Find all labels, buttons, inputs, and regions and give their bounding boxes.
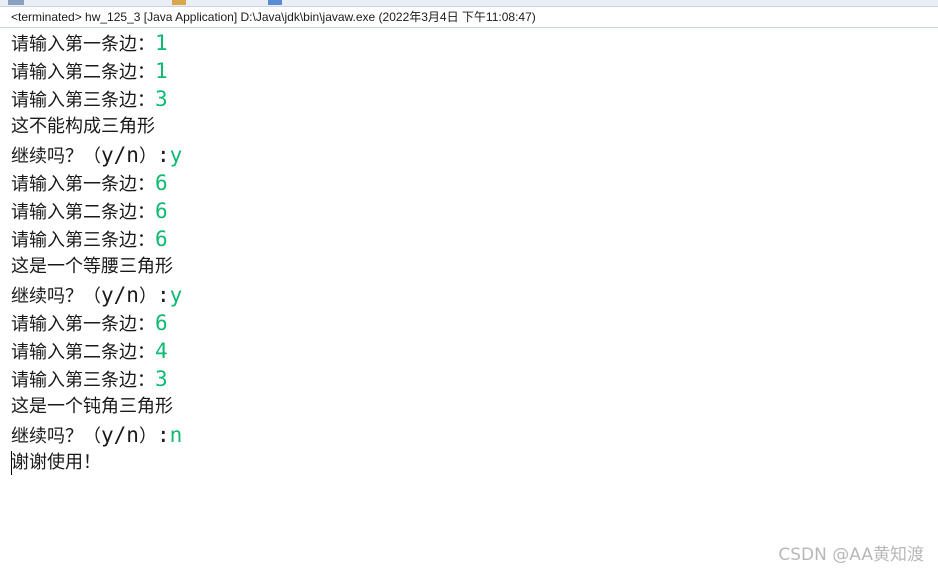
console-line: 这不能构成三角形 — [11, 113, 155, 141]
prompt-text: 请输入第三条边： — [11, 230, 155, 251]
tab-icon[interactable] — [172, 0, 186, 5]
console-tab-icon[interactable] — [268, 0, 282, 5]
user-input-text: 3 — [155, 87, 168, 111]
prompt-colon: : — [156, 423, 170, 447]
console-line: 继续吗？（y/n）:y — [11, 141, 182, 169]
prompt-text: 请输入第一条边： — [11, 314, 155, 335]
watermark: CSDN @AA黄知渡 — [778, 545, 924, 565]
user-input-text: 6 — [155, 227, 168, 251]
prompt-options: y/n — [101, 423, 139, 447]
prompt-colon: : — [156, 283, 170, 307]
console-status-bar: <terminated> hw_125_3 [Java Application]… — [0, 7, 938, 28]
process-status: <terminated> hw_125_3 [Java Application]… — [11, 10, 536, 24]
console-line: 继续吗？（y/n）:y — [11, 281, 182, 309]
console-line: 这是一个钝角三角形 — [11, 393, 173, 421]
prompt-text: 请输入第二条边： — [11, 202, 155, 223]
prompt-text: ） — [138, 286, 157, 307]
console-line: 请输入第二条边：1 — [11, 57, 168, 85]
prompt-text: 请输入第一条边： — [11, 34, 155, 55]
prompt-text: ） — [138, 146, 157, 167]
console-line: 请输入第一条边：6 — [11, 169, 168, 197]
user-input-text: 6 — [155, 199, 168, 223]
console-line: 请输入第三条边：3 — [11, 365, 168, 393]
console-line: 请输入第二条边：4 — [11, 337, 168, 365]
console-line: 这是一个等腰三角形 — [11, 253, 173, 281]
output-text: 谢谢使用！ — [11, 452, 101, 473]
prompt-options: y/n — [101, 143, 139, 167]
console-line: 请输入第一条边：1 — [11, 29, 168, 57]
user-input-text: 4 — [155, 339, 168, 363]
prompt-text: 请输入第三条边： — [11, 370, 155, 391]
user-input-text: 1 — [155, 59, 168, 83]
user-input-text: n — [169, 423, 183, 447]
prompt-options: y/n — [101, 283, 139, 307]
prompt-text: 请输入第二条边： — [11, 342, 155, 363]
console-output[interactable]: 请输入第一条边：1 请输入第二条边：1 请输入第三条边：3 这不能构成三角形 继… — [0, 29, 938, 575]
console-line: 请输入第三条边：6 — [11, 225, 168, 253]
prompt-text: 请输入第三条边： — [11, 90, 155, 111]
user-input-text: y — [169, 283, 183, 307]
prompt-colon: : — [156, 143, 170, 167]
output-text: 这是一个等腰三角形 — [11, 256, 173, 277]
prompt-text: ） — [138, 426, 157, 447]
user-input-text: 1 — [155, 31, 168, 55]
console-line: 继续吗？（y/n）:n — [11, 421, 182, 449]
prompt-text: 继续吗？（ — [11, 286, 101, 307]
console-line: 请输入第二条边：6 — [11, 197, 168, 225]
tab-icon[interactable] — [8, 0, 24, 5]
output-text: 这是一个钝角三角形 — [11, 396, 173, 417]
prompt-text: 继续吗？（ — [11, 146, 101, 167]
prompt-text: 继续吗？（ — [11, 426, 101, 447]
console-line: 请输入第一条边：6 — [11, 309, 168, 337]
user-input-text: 6 — [155, 171, 168, 195]
user-input-text: 6 — [155, 311, 168, 335]
user-input-text: y — [169, 143, 183, 167]
tab-strip — [0, 0, 938, 7]
console-line: 请输入第三条边：3 — [11, 85, 168, 113]
console-view: <terminated> hw_125_3 [Java Application]… — [0, 0, 938, 575]
output-text: 这不能构成三角形 — [11, 116, 155, 137]
console-line: 谢谢使用！ — [11, 449, 101, 477]
prompt-text: 请输入第二条边： — [11, 62, 155, 83]
user-input-text: 3 — [155, 367, 168, 391]
prompt-text: 请输入第一条边： — [11, 174, 155, 195]
